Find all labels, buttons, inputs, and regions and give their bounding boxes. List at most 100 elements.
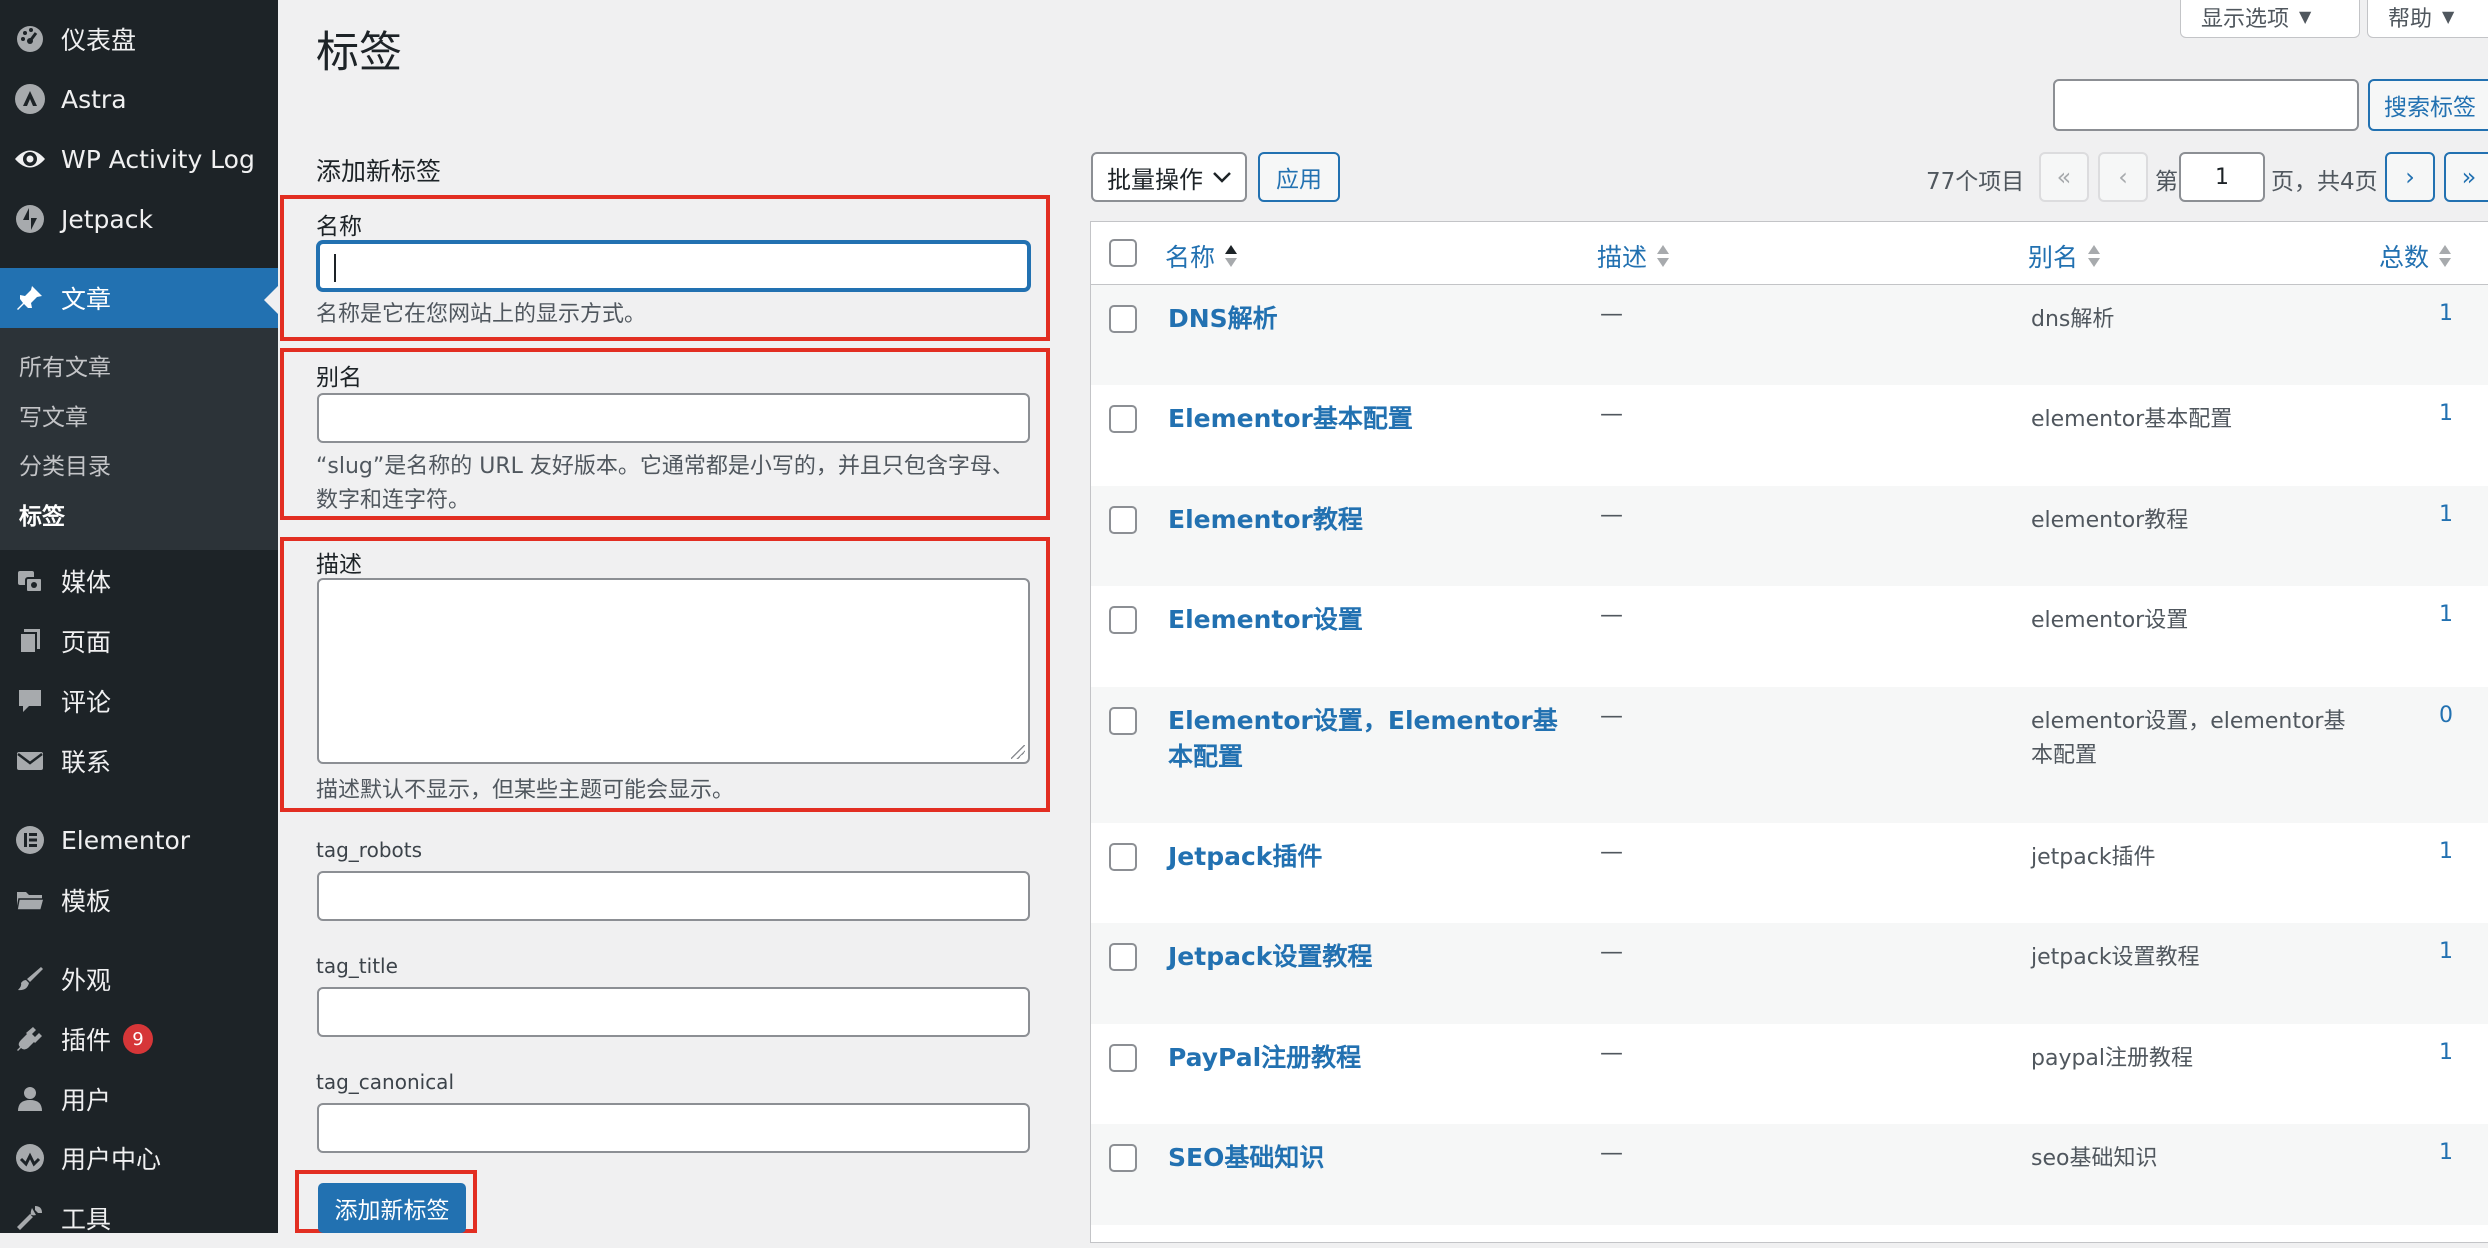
tag-count-link[interactable]: 1 xyxy=(2423,301,2453,326)
tag-name-link[interactable]: Elementor设置 xyxy=(1168,602,1568,638)
tag-slug: jetpack插件 xyxy=(2031,845,2156,870)
tag-count-link[interactable]: 1 xyxy=(2423,939,2453,964)
tag-robots-input[interactable] xyxy=(317,871,1030,921)
help-button[interactable]: 帮助 ▼ xyxy=(2367,0,2488,38)
tag-name-link[interactable]: SEO基础知识 xyxy=(1168,1140,1568,1176)
tag-name-link[interactable]: Elementor教程 xyxy=(1168,502,1568,538)
tag-slug: elementor设置，elementor基本配置 xyxy=(2031,709,2346,768)
screen-options-button[interactable]: 显示选项 ▼ xyxy=(2180,0,2360,38)
menu-item-astra[interactable]: Astra xyxy=(0,69,278,129)
row-checkbox[interactable] xyxy=(1109,1044,1137,1072)
menu-label: 评论 xyxy=(61,688,112,717)
submenu-write-post[interactable]: 写文章 xyxy=(19,398,88,432)
column-header-slug[interactable]: 别名 xyxy=(2028,238,2102,274)
submenu-tags[interactable]: 标签 xyxy=(19,497,65,531)
column-label: 描述 xyxy=(1597,243,1648,272)
next-page-button[interactable]: › xyxy=(2385,152,2435,202)
row-checkbox[interactable] xyxy=(1109,506,1137,534)
menu-item-comments[interactable]: 评论 xyxy=(0,671,278,731)
user-icon xyxy=(11,1080,49,1118)
tag-name-input[interactable] xyxy=(317,241,1030,291)
current-page-input[interactable]: 1 xyxy=(2179,152,2265,202)
menu-label: 文章 xyxy=(61,285,112,314)
row-checkbox[interactable] xyxy=(1109,843,1137,871)
add-new-tag-button[interactable]: 添加新标签 xyxy=(318,1183,466,1233)
menu-item-contact[interactable]: 联系 xyxy=(0,731,278,791)
menu-item-plugins[interactable]: 插件 9 xyxy=(0,1009,278,1069)
column-header-count[interactable]: 总数 xyxy=(2379,238,2453,274)
row-checkbox[interactable] xyxy=(1109,1144,1137,1172)
slug-help-text: “slug”是名称的 URL 友好版本。它通常都是小写的，并且只包含字母、数字和… xyxy=(316,454,1014,513)
search-tags-input[interactable] xyxy=(2053,79,2359,131)
prev-page-button[interactable]: ‹ xyxy=(2098,152,2148,202)
description-label: 描述 xyxy=(316,552,362,578)
menu-item-posts[interactable]: 文章 xyxy=(0,268,278,328)
tag-name-link[interactable]: DNS解析 xyxy=(1168,301,1568,337)
row-checkbox[interactable] xyxy=(1109,943,1137,971)
submenu-categories[interactable]: 分类目录 xyxy=(19,447,111,481)
table-row: PayPal注册教程 — paypal注册教程 1 xyxy=(1091,1024,2488,1124)
row-checkbox[interactable] xyxy=(1109,606,1137,634)
first-page-button[interactable]: « xyxy=(2039,152,2089,202)
row-checkbox[interactable] xyxy=(1109,305,1137,333)
table-row: DNS解析 — dns解析 1 xyxy=(1091,285,2488,385)
tag-description-textarea[interactable] xyxy=(317,578,1030,764)
tag-description: — xyxy=(1600,401,1623,427)
menu-label: 媒体 xyxy=(61,568,112,597)
tag-title-input[interactable] xyxy=(317,987,1030,1037)
table-header: 名称 描述 别名 总数 xyxy=(1091,222,2488,285)
tag-count-link[interactable]: 1 xyxy=(2423,839,2453,864)
menu-item-appearance[interactable]: 外观 xyxy=(0,949,278,1009)
sort-icon xyxy=(2437,243,2453,269)
menu-label: 插件 xyxy=(61,1026,112,1055)
tag-description: — xyxy=(1600,839,1623,865)
menu-label: Elementor xyxy=(61,825,191,855)
tag-count-link[interactable]: 1 xyxy=(2423,1140,2453,1165)
tag-count-link[interactable]: 0 xyxy=(2423,703,2453,728)
tag-name-link[interactable]: Jetpack插件 xyxy=(1168,839,1568,875)
menu-item-wp-activity-log[interactable]: WP Activity Log xyxy=(0,129,278,189)
menu-item-tools[interactable]: 工具 xyxy=(0,1188,278,1248)
admin-sidebar: 仪表盘 Astra WP Activity Log Jetpack 文章 所有文… xyxy=(0,0,278,1234)
menu-item-elementor[interactable]: Elementor xyxy=(0,810,278,870)
wrench-icon xyxy=(11,1199,49,1237)
tag-name-link[interactable]: PayPal注册教程 xyxy=(1168,1040,1568,1076)
tag-canonical-input[interactable] xyxy=(317,1103,1030,1153)
submenu-all-posts[interactable]: 所有文章 xyxy=(19,348,111,382)
bulk-actions-select[interactable]: 批量操作 xyxy=(1091,152,1247,202)
bulk-actions-label: 批量操作 xyxy=(1107,165,1203,194)
menu-item-dashboard[interactable]: 仪表盘 xyxy=(0,9,278,69)
screen-options-label: 显示选项 xyxy=(2201,6,2290,32)
apply-button[interactable]: 应用 xyxy=(1258,152,1340,202)
last-page-button[interactable]: » xyxy=(2444,152,2488,202)
table-row: Elementor设置 — elementor设置 1 xyxy=(1091,586,2488,687)
tag-count-link[interactable]: 1 xyxy=(2423,401,2453,426)
menu-item-user-center[interactable]: 用户中心 xyxy=(0,1128,278,1188)
tag-name-link[interactable]: Jetpack设置教程 xyxy=(1168,939,1568,975)
row-checkbox[interactable] xyxy=(1109,405,1137,433)
tag-description: — xyxy=(1600,939,1623,965)
column-label: 总数 xyxy=(2379,243,2430,272)
menu-item-templates[interactable]: 模板 xyxy=(0,870,278,930)
resize-handle[interactable] xyxy=(1011,745,1025,759)
tag-description: — xyxy=(1600,502,1623,528)
table-row: SEO基础知识 — seo基础知识 1 xyxy=(1091,1124,2488,1225)
search-tags-button[interactable]: 搜索标签 xyxy=(2368,79,2488,131)
column-header-description[interactable]: 描述 xyxy=(1597,238,1671,274)
menu-item-jetpack[interactable]: Jetpack xyxy=(0,189,278,249)
menu-item-media[interactable]: 媒体 xyxy=(0,551,278,611)
tag-count-link[interactable]: 1 xyxy=(2423,1040,2453,1065)
row-checkbox[interactable] xyxy=(1109,707,1137,735)
column-header-name[interactable]: 名称 xyxy=(1165,238,1239,274)
select-all-checkbox[interactable] xyxy=(1109,239,1137,267)
menu-item-pages[interactable]: 页面 xyxy=(0,611,278,671)
tag-slug: elementor基本配置 xyxy=(2031,407,2233,432)
tag-count-link[interactable]: 1 xyxy=(2423,602,2453,627)
name-label: 名称 xyxy=(316,214,362,240)
tag-name-link[interactable]: Elementor设置，Elementor基本配置 xyxy=(1168,703,1568,775)
menu-item-users[interactable]: 用户 xyxy=(0,1069,278,1129)
tag-slug-input[interactable] xyxy=(317,393,1030,443)
tag-count-link[interactable]: 1 xyxy=(2423,502,2453,527)
table-row: Elementor教程 — elementor教程 1 xyxy=(1091,486,2488,586)
tag-name-link[interactable]: Elementor基本配置 xyxy=(1168,401,1568,437)
